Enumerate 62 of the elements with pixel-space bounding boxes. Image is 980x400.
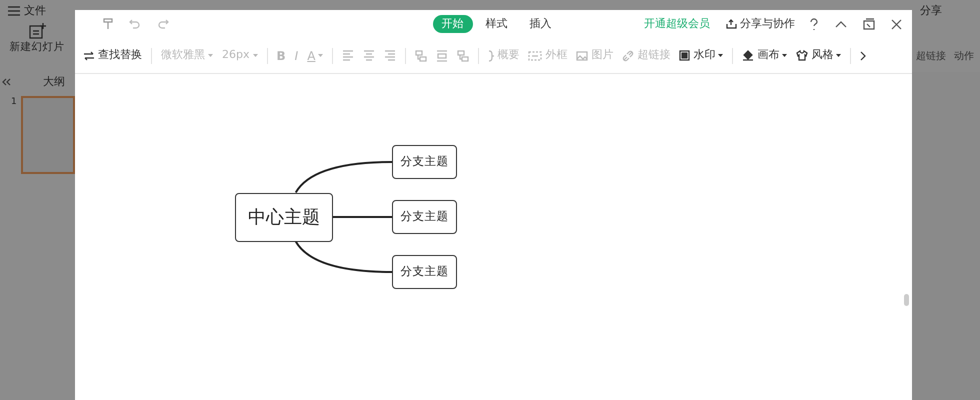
tab[interactable]: 插入 (520, 14, 560, 34)
image-icon (576, 50, 588, 60)
dropdown-label: 水印 (693, 47, 716, 64)
toolbar-dropdown[interactable]: 画布 (742, 47, 788, 64)
slide-number: 1 (11, 96, 17, 109)
watermark-icon (679, 50, 690, 61)
toolbar-dropdown[interactable]: 水印 (679, 47, 724, 64)
help-icon (809, 18, 819, 30)
child-node-icon (415, 50, 428, 62)
collapse-icon (2, 78, 11, 86)
parent-node-icon (457, 50, 470, 62)
align-right-icon (384, 50, 396, 61)
vip-link[interactable]: 开通超级会员 (644, 16, 710, 32)
align-center-icon (363, 50, 376, 61)
undo-icon (129, 19, 141, 29)
tab[interactable]: 样式 (476, 14, 516, 34)
central-topic-node[interactable]: 中心主题 (235, 192, 333, 242)
menu-icon (8, 6, 20, 16)
redo-icon (157, 19, 169, 29)
dropdown-label: 26px (222, 47, 250, 64)
paint-bucket-icon (742, 50, 754, 61)
dropdown-label: A (307, 48, 316, 64)
shirt-icon (796, 50, 808, 61)
tab[interactable]: 开始 (432, 14, 472, 34)
more-icon (860, 50, 866, 60)
outline-tab[interactable]: 大纲 (43, 74, 65, 90)
new-slide-icon (28, 22, 46, 40)
file-menu[interactable]: 文件 (24, 2, 46, 20)
close-icon (891, 18, 902, 30)
branch-topic-node[interactable]: 分支主题 (392, 200, 457, 234)
caret-icon (782, 54, 788, 57)
dropdown-label: 微软雅黑 (161, 47, 205, 64)
new-slide-button[interactable]: 新建幻灯片 (10, 40, 64, 56)
collapse-up-icon (835, 20, 847, 28)
caret-icon (836, 54, 842, 57)
sibling-node-icon (436, 50, 448, 62)
caret-icon (208, 54, 213, 57)
restore-window-icon (863, 18, 875, 30)
dropdown-label: 画布 (757, 47, 780, 64)
frame-icon (528, 50, 542, 60)
caret-icon (252, 54, 258, 57)
connector-line (333, 216, 392, 218)
align-left-icon (342, 50, 354, 61)
more-button[interactable] (860, 50, 866, 60)
link-icon (622, 50, 634, 62)
scrollbar-thumb[interactable] (904, 294, 909, 306)
find-replace-icon (83, 50, 95, 60)
toolbar-dropdown[interactable]: 风格 (796, 47, 842, 64)
caret-icon (718, 54, 724, 57)
toolbar-button[interactable]: 查找替换 (83, 47, 142, 64)
format-painter-icon (103, 18, 113, 30)
share-button[interactable]: 分享与协作 (726, 16, 795, 32)
slide-thumbnail[interactable] (20, 96, 75, 174)
share-icon (726, 19, 737, 29)
ribbon-button[interactable]: 动作 (954, 49, 974, 64)
share-link[interactable]: 分享 (920, 2, 942, 20)
branch-topic-node[interactable]: 分支主题 (392, 255, 457, 289)
ribbon-button[interactable]: 超链接 (916, 49, 946, 64)
branch-topic-node[interactable]: 分支主题 (392, 145, 457, 179)
bracket-icon (488, 50, 494, 62)
caret-icon (318, 54, 324, 57)
dropdown-label: 风格 (811, 47, 834, 64)
